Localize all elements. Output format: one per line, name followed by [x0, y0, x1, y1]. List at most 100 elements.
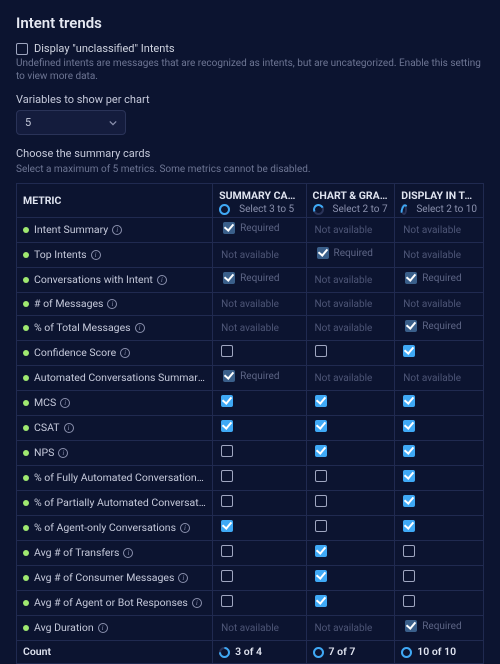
cell-chart [306, 590, 395, 615]
metric-name: Intent Summary [17, 217, 213, 242]
metric-name: CSAT [17, 415, 213, 440]
status-dot [23, 600, 29, 606]
checkbox[interactable] [221, 395, 233, 407]
info-icon[interactable] [135, 323, 145, 333]
cell-chart [306, 540, 395, 565]
info-icon[interactable] [91, 250, 101, 260]
checkbox[interactable] [221, 545, 233, 557]
progress-ring-icon [313, 204, 324, 215]
checkbox-required [405, 620, 417, 632]
not-available: Not available [315, 323, 373, 334]
metric-name: % of Partially Automated Conversations [17, 490, 213, 515]
checkbox[interactable] [403, 470, 415, 482]
cell-chart: Not available [306, 292, 395, 315]
checkbox[interactable] [315, 520, 327, 532]
checkbox[interactable] [403, 545, 415, 557]
table-row: Conversations with IntentRequiredNot ava… [17, 267, 484, 292]
header-chart-graph: CHART & GRAPH Select 2 to 7 [306, 184, 395, 218]
cell-chart: Not available [306, 315, 395, 340]
checkbox[interactable] [221, 495, 233, 507]
checkbox[interactable] [403, 570, 415, 582]
status-dot [23, 375, 29, 381]
cell-table: Required [395, 615, 484, 640]
checkbox[interactable] [315, 395, 327, 407]
table-row: Avg DurationNot availableNot availableRe… [17, 615, 484, 640]
checkbox[interactable] [315, 470, 327, 482]
not-available: Not available [403, 225, 461, 236]
info-icon[interactable] [98, 623, 108, 633]
checkbox[interactable] [403, 345, 415, 357]
checkbox[interactable] [221, 470, 233, 482]
header-summary-card: SUMMARY CARD Select 3 to 5 [213, 184, 306, 218]
cell-summary: Not available [213, 242, 306, 267]
checkbox[interactable] [403, 495, 415, 507]
cards-section-label: Choose the summary cards [16, 147, 484, 160]
checkbox[interactable] [221, 445, 233, 457]
not-available: Not available [315, 225, 373, 236]
checkbox[interactable] [403, 395, 415, 407]
checkbox[interactable] [221, 520, 233, 532]
metric-name: MCS [17, 390, 213, 415]
info-icon[interactable] [157, 275, 167, 285]
info-icon[interactable] [207, 373, 213, 383]
variables-select[interactable]: 5 [16, 110, 126, 135]
info-icon[interactable] [123, 548, 133, 558]
info-icon[interactable] [206, 473, 213, 483]
checkbox[interactable] [403, 420, 415, 432]
chevron-down-icon [109, 119, 117, 127]
info-icon[interactable] [112, 225, 122, 235]
page-title: Intent trends [16, 14, 484, 32]
display-unclassified-row[interactable]: Display "unclassified" Intents [16, 42, 484, 55]
checkbox[interactable] [315, 545, 327, 557]
checkbox[interactable] [221, 570, 233, 582]
status-dot [23, 525, 29, 531]
checkbox[interactable] [221, 420, 233, 432]
info-icon[interactable] [120, 348, 130, 358]
info-icon[interactable] [180, 523, 190, 533]
table-row: Confidence Score [17, 340, 484, 365]
progress-ring-icon [401, 204, 407, 215]
table-row: Top IntentsNot availableRequiredNot avai… [17, 242, 484, 267]
cell-summary [213, 515, 306, 540]
metric-name: Avg # of Transfers [17, 540, 213, 565]
status-dot [23, 450, 29, 456]
cell-summary [213, 540, 306, 565]
checkbox[interactable] [315, 595, 327, 607]
cell-chart [306, 340, 395, 365]
checkbox-required [405, 320, 417, 332]
display-unclassified-label: Display "unclassified" Intents [34, 42, 175, 55]
cell-table [395, 590, 484, 615]
checkbox[interactable] [315, 345, 327, 357]
checkbox[interactable] [221, 345, 233, 357]
metric-name: Conversations with Intent [17, 267, 213, 292]
checkbox[interactable] [315, 420, 327, 432]
checkbox[interactable] [403, 595, 415, 607]
checkbox[interactable] [315, 495, 327, 507]
cell-chart: Required [306, 242, 395, 267]
table-row: CSAT [17, 415, 484, 440]
cell-table [395, 440, 484, 465]
table-row: NPS [17, 440, 484, 465]
status-dot [23, 475, 29, 481]
metric-name: % of Agent-only Conversations [17, 515, 213, 540]
cell-table [395, 340, 484, 365]
cell-table: Not available [395, 292, 484, 315]
info-icon[interactable] [60, 398, 70, 408]
cell-chart [306, 390, 395, 415]
checkbox[interactable] [315, 570, 327, 582]
info-icon[interactable] [58, 448, 68, 458]
info-icon[interactable] [192, 598, 202, 608]
not-available: Not available [403, 299, 461, 310]
display-unclassified-checkbox[interactable] [16, 43, 28, 55]
info-icon[interactable] [64, 423, 74, 433]
info-icon[interactable] [178, 573, 188, 583]
checkbox[interactable] [221, 595, 233, 607]
checkbox[interactable] [403, 445, 415, 457]
cell-table [395, 415, 484, 440]
not-available: Not available [403, 250, 461, 261]
checkbox[interactable] [403, 520, 415, 532]
cell-table [395, 540, 484, 565]
cell-table: Required [395, 315, 484, 340]
info-icon[interactable] [107, 299, 117, 309]
checkbox[interactable] [315, 445, 327, 457]
